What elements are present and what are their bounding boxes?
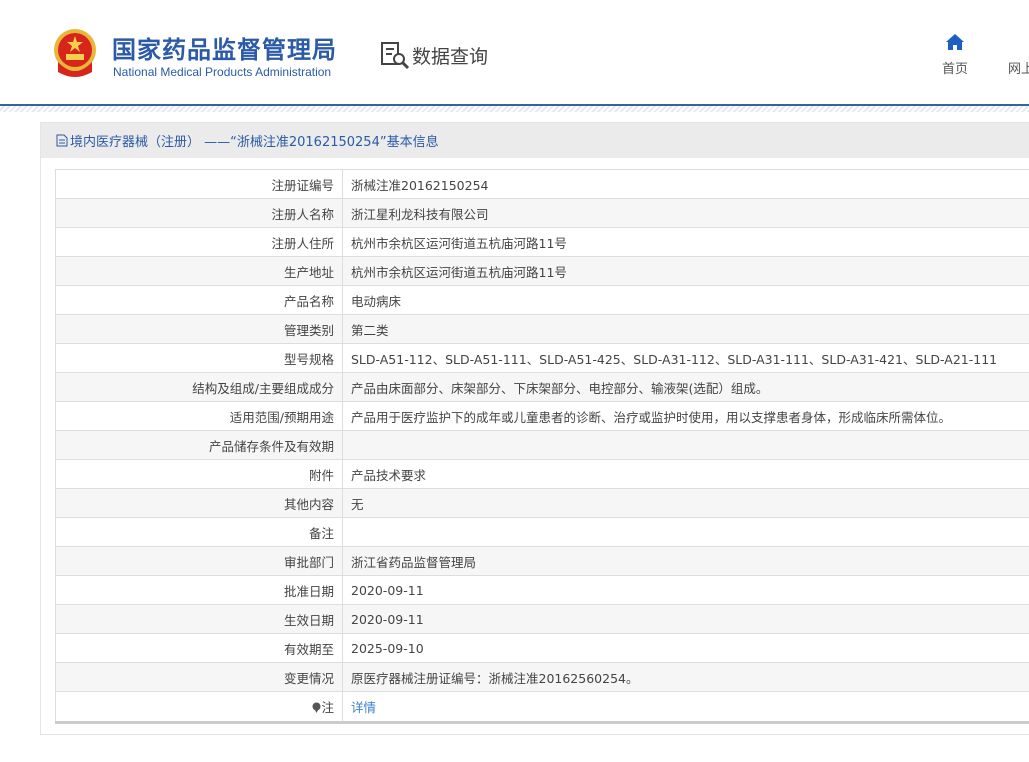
field-value: 浙江星利龙科技有限公司 xyxy=(342,198,1029,228)
field-value xyxy=(342,517,1029,547)
field-label: 其他内容 xyxy=(55,488,343,518)
table-row: 注册人名称 浙江星利龙科技有限公司 xyxy=(55,198,1029,228)
nav-home[interactable]: 首页 xyxy=(942,34,968,77)
note-label-text: 注 xyxy=(321,700,334,715)
field-label: 生产地址 xyxy=(55,256,343,286)
nav-online-label: 网上 xyxy=(1008,62,1029,77)
national-emblem-icon xyxy=(54,29,96,77)
field-label: 结构及组成/主要组成成分 xyxy=(55,372,343,402)
field-value: SLD-A51-112、SLD-A51-111、SLD-A51-425、SLD-… xyxy=(342,343,1029,373)
field-label: 适用范围/预期用途 xyxy=(55,401,343,431)
table-row: 产品名称 电动病床 xyxy=(55,285,1029,315)
nav-home-label: 首页 xyxy=(942,62,969,77)
field-label: 产品储存条件及有效期 xyxy=(55,430,343,460)
table-row: 备注 xyxy=(55,517,1029,547)
table-row: 产品储存条件及有效期 xyxy=(55,430,1029,460)
note-row: 注 详情 xyxy=(55,691,1029,724)
logo-subtitle: National Medical Products Administration xyxy=(113,65,332,79)
table-row: 生效日期 2020-09-11 xyxy=(55,604,1029,634)
field-value: 杭州市余杭区运河街道五杭庙河路11号 xyxy=(342,227,1029,257)
field-label: 备注 xyxy=(55,517,343,547)
table-row: 变更情况 原医疗器械注册证编号：浙械注准20162560254。 xyxy=(55,662,1029,692)
field-value: 第二类 xyxy=(342,314,1029,344)
field-label: 生效日期 xyxy=(55,604,343,634)
field-value: 产品用于医疗监护下的成年或儿童患者的诊断、治疗或监护时使用，用以支撑患者身体，形… xyxy=(342,401,1029,431)
data-query-label: 数据查询 xyxy=(412,45,489,68)
field-value: 2020-09-11 xyxy=(342,604,1029,634)
field-label: 产品名称 xyxy=(55,285,343,315)
field-value: 浙江省药品监督管理局 xyxy=(342,546,1029,576)
field-label: 注册证编号 xyxy=(55,169,343,199)
details-link[interactable]: 详情 xyxy=(351,700,376,715)
field-label: 注册人住所 xyxy=(55,227,343,257)
field-label: 有效期至 xyxy=(55,633,343,663)
panel-title: 境内医疗器械（注册） ——“浙械注准20162150254”基本信息 xyxy=(70,135,439,150)
table-row: 结构及组成/主要组成成分 产品由床面部分、床架部分、下床架部分、电控部分、输液架(… xyxy=(55,372,1029,402)
field-value: 产品由床面部分、床架部分、下床架部分、电控部分、输液架(选配）组成。 xyxy=(342,372,1029,402)
field-value: 产品技术要求 xyxy=(342,459,1029,489)
home-icon xyxy=(946,34,964,50)
document-icon xyxy=(56,134,68,147)
table-row: 其他内容无 xyxy=(55,488,1029,518)
field-label: 附件 xyxy=(55,459,343,489)
table-row: 生产地址 杭州市余杭区运河街道五杭庙河路11号 xyxy=(55,256,1029,286)
field-label: 管理类别 xyxy=(55,314,343,344)
field-label: 审批部门 xyxy=(55,546,343,576)
field-value: 2025-09-10 xyxy=(342,633,1029,663)
table-row: 批准日期 2020-09-11 xyxy=(55,575,1029,605)
field-label: 批准日期 xyxy=(55,575,343,605)
info-table: 注册证编号 浙械注准20162150254 注册人名称 浙江星利龙科技有限公司 注册人住… xyxy=(55,169,1029,724)
table-row: 附件 产品技术要求 xyxy=(55,459,1029,489)
table-row: 管理类别 第二类 xyxy=(55,314,1029,344)
field-label: 型号规格 xyxy=(55,343,343,373)
table-row: 审批部门 浙江省药品监督管理局 xyxy=(55,546,1029,576)
field-value xyxy=(342,430,1029,460)
document-search-icon xyxy=(381,42,410,70)
site-header: 国家药品监督管理局 National Medical Products Admi… xyxy=(0,0,1029,104)
field-value: 原医疗器械注册证编号：浙械注准20162560254。 xyxy=(342,662,1029,692)
table-row: 有效期至 2025-09-10 xyxy=(55,633,1029,663)
table-row: 型号规格 SLD-A51-112、SLD-A51-111、SLD-A51-425、… xyxy=(55,343,1029,373)
field-label: 注册人名称 xyxy=(55,198,343,228)
table-row: 适用范围/预期用途 产品用于医疗监护下的成年或儿童患者的诊断、治疗或监护时使用，用… xyxy=(55,401,1029,431)
logo-title: 国家药品监督管理局 xyxy=(112,36,337,64)
data-query-title: 数据查询 xyxy=(380,40,488,70)
field-value: 浙械注准20162150254 xyxy=(342,169,1029,199)
note-value: 详情 xyxy=(342,691,1029,724)
table-row: 注册证编号 浙械注准20162150254 xyxy=(55,169,1029,199)
field-label: 变更情况 xyxy=(55,662,343,692)
panel-header: 境内医疗器械（注册） ——“浙械注准20162150254”基本信息 xyxy=(41,123,1029,158)
nav-online[interactable]: 网上 xyxy=(1008,58,1029,77)
note-label: 注 xyxy=(55,691,343,724)
field-value: 2020-09-11 xyxy=(342,575,1029,605)
field-value: 杭州市余杭区运河街道五杭庙河路11号 xyxy=(342,256,1029,286)
header-divider xyxy=(0,104,1029,112)
table-row: 注册人住所 杭州市余杭区运河街道五杭庙河路11号 xyxy=(55,227,1029,257)
field-value: 电动病床 xyxy=(342,285,1029,315)
field-value: 无 xyxy=(342,488,1029,518)
detail-panel: 境内医疗器械（注册） ——“浙械注准20162150254”基本信息 注册证编号… xyxy=(40,122,1029,735)
